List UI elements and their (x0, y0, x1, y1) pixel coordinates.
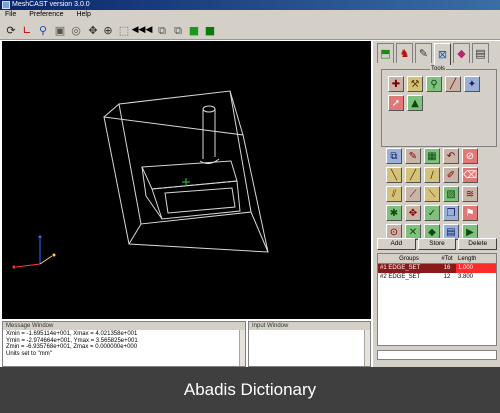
group-name: #2 EDGE_SET (380, 274, 421, 280)
mesh-cut-icon[interactable]: ⟍ (424, 186, 440, 202)
inner-block-top (141, 160, 238, 190)
mesh-line-icon[interactable]: ╲ (386, 167, 402, 183)
message-scrollbar[interactable] (239, 330, 245, 366)
groups-table[interactable]: Groups #Tot Length #1 EDGE_SET 16 1.000 … (377, 253, 497, 346)
delete-button[interactable]: Delete (458, 238, 498, 250)
mesh-star-icon[interactable]: ✱ (386, 205, 402, 221)
message-window: Message Window Xmin = -1.695114e+001, Xm… (2, 321, 246, 367)
translate-icon[interactable]: ⊕ (101, 23, 115, 37)
tool-refine-icon[interactable]: ⚲ (426, 76, 442, 92)
group-name-input[interactable] (377, 350, 497, 360)
cylinder-top (202, 105, 216, 113)
zoom-icon[interactable]: ⚲ (36, 23, 50, 37)
inner-plate (164, 187, 236, 214)
table-row[interactable]: #2 EDGE_SET 12 3.800 (378, 273, 496, 282)
geometry-tab-icon[interactable]: ⬒ (377, 43, 394, 63)
footer-banner: Abadis Dictionary (0, 367, 500, 413)
input-window[interactable]: Input Window (248, 321, 371, 367)
input-scrollbar[interactable] (364, 330, 370, 366)
message-line: Units set to "mm" (6, 350, 52, 357)
rewind-icon[interactable]: ◀◀◀ (132, 23, 153, 37)
mesh-split-icon[interactable]: ⫽ (386, 186, 402, 202)
tool-measure-icon[interactable]: ✦ (464, 76, 480, 92)
mesh-undo-icon[interactable]: ↶ (443, 148, 459, 164)
group-name: #1 EDGE_SET (378, 264, 438, 273)
store-button[interactable]: Store (417, 238, 457, 250)
header-length: Length (458, 256, 477, 262)
mesh-merge-icon[interactable]: ⟋ (405, 186, 421, 202)
fit-icon[interactable]: ◎ (69, 23, 83, 37)
tools-group: Tools ✚ ⚒ ⚲ ╱ ✦ ➚ ▲ (381, 66, 497, 147)
chart-tab-icon[interactable]: ⊠ (434, 43, 451, 65)
mesh-layers-icon[interactable]: ❐ (443, 205, 459, 221)
tool-hammer-icon[interactable]: ⚒ (407, 76, 423, 92)
mesh-smooth-icon[interactable]: ≋ (462, 186, 478, 202)
panel-tabs: ⬒ ♞ ✎ ⊠ ◆ ▤ (377, 43, 489, 65)
group-buttons: Add Store Delete (377, 238, 498, 250)
document-tab-icon[interactable]: ▤ (472, 43, 489, 63)
tools-grid: ✚ ⚒ ⚲ ╱ ✦ ➚ ▲ (388, 76, 480, 111)
message-log: Xmin = -1.695114e+001, Xmax = 4.021358e+… (3, 330, 245, 357)
group-tot: 16 (438, 264, 456, 273)
wireframe-model (12, 90, 269, 269)
header-tot: #Tot (441, 256, 453, 262)
mesh-check-icon[interactable]: ✓ (424, 205, 440, 221)
menu-bar: File Preference Help (0, 10, 500, 20)
menu-help[interactable]: Help (76, 11, 90, 18)
message-window-title: Message Window (3, 322, 245, 330)
tool-line-icon[interactable]: ╱ (445, 76, 461, 92)
pivot-marker (182, 178, 190, 186)
zoom-window-icon[interactable]: ▣ (53, 23, 67, 37)
green-cube-icon[interactable]: ■ (203, 23, 217, 37)
select-box-icon[interactable]: ⬚ (117, 23, 131, 37)
menu-file[interactable]: File (5, 11, 16, 18)
table-row[interactable]: #1 EDGE_SET 16 1.000 (378, 264, 496, 273)
footer-text: Abadis Dictionary (183, 380, 317, 399)
app-root: { "window": { "title": "MeshCAST version… (0, 0, 500, 413)
add-button[interactable]: Add (377, 238, 416, 250)
mesh-curve-icon[interactable]: ╱ (405, 167, 421, 183)
title-bar: MeshCAST version 3.0.0 (0, 0, 500, 10)
group-length: 3.800 (456, 273, 496, 282)
rotate-icon[interactable]: ⟳ (4, 23, 18, 37)
input-window-title: Input Window (249, 322, 370, 330)
mesh-erase-icon[interactable]: ⌫ (462, 167, 478, 183)
mesh-tools: ⧉ ✎ ▦ ↶ ⊘ ╲ ╱ ∕ ✐ ⌫ ⫽ ⟋ ⟍ ▧ ≋ ✱ ✥ ✓ ❐ ⚑ … (386, 148, 478, 240)
mesh-grid-icon[interactable]: ▦ (424, 148, 440, 164)
inner-block-front (151, 180, 241, 220)
mesh-tools-grid: ⧉ ✎ ▦ ↶ ⊘ ╲ ╱ ∕ ✐ ⌫ ⫽ ⟋ ⟍ ▧ ≋ ✱ ✥ ✓ ❐ ⚑ … (386, 148, 478, 240)
shapes-tab-icon[interactable]: ◆ (453, 43, 470, 63)
menu-preference[interactable]: Preference (29, 11, 63, 18)
window-title: MeshCAST version 3.0.0 (12, 1, 90, 8)
outer-box-back (118, 90, 252, 225)
tool-node-icon[interactable]: ✚ (388, 76, 404, 92)
mesh-fill-icon[interactable]: ▧ (443, 186, 459, 202)
green-solid-icon[interactable]: ■ (187, 23, 201, 37)
mesh-flag-icon[interactable]: ⚑ (462, 205, 478, 221)
groups-header: Groups #Tot Length (378, 254, 496, 264)
edit-tab-icon[interactable]: ✎ (415, 43, 432, 63)
mesh-tab-icon[interactable]: ♞ (396, 43, 413, 63)
app-icon (2, 1, 10, 9)
tool-pick-icon[interactable]: ➚ (388, 95, 404, 111)
3d-viewport[interactable] (2, 41, 371, 319)
view-back-icon[interactable]: ⧉ (171, 23, 185, 37)
mesh-slash-icon[interactable]: ∕ (424, 167, 440, 183)
mesh-edit-icon[interactable]: ✎ (405, 148, 421, 164)
mesh-box-icon[interactable]: ⧉ (386, 148, 402, 164)
group-tot: 12 (443, 274, 451, 280)
mesh-delete-icon[interactable]: ⊘ (462, 148, 478, 164)
axes-icon[interactable]: ∟ (20, 23, 34, 37)
tool-triangle-icon[interactable]: ▲ (407, 95, 423, 111)
mesh-pen-icon[interactable]: ✐ (443, 167, 459, 183)
tools-label: Tools (430, 66, 447, 72)
main-toolbar: ⟳ ∟ ⚲ ▣ ◎ ✥ ⊕ ⬚ ◀◀◀ ⧉ ⧉ ■ ■ (0, 20, 500, 40)
view-front-icon[interactable]: ⧉ (155, 23, 169, 37)
group-length: 1.000 (456, 264, 496, 273)
pan-icon[interactable]: ✥ (86, 23, 100, 37)
header-groups: Groups (399, 256, 419, 262)
axis-triad (12, 235, 56, 269)
mesh-move-icon[interactable]: ✥ (405, 205, 421, 221)
